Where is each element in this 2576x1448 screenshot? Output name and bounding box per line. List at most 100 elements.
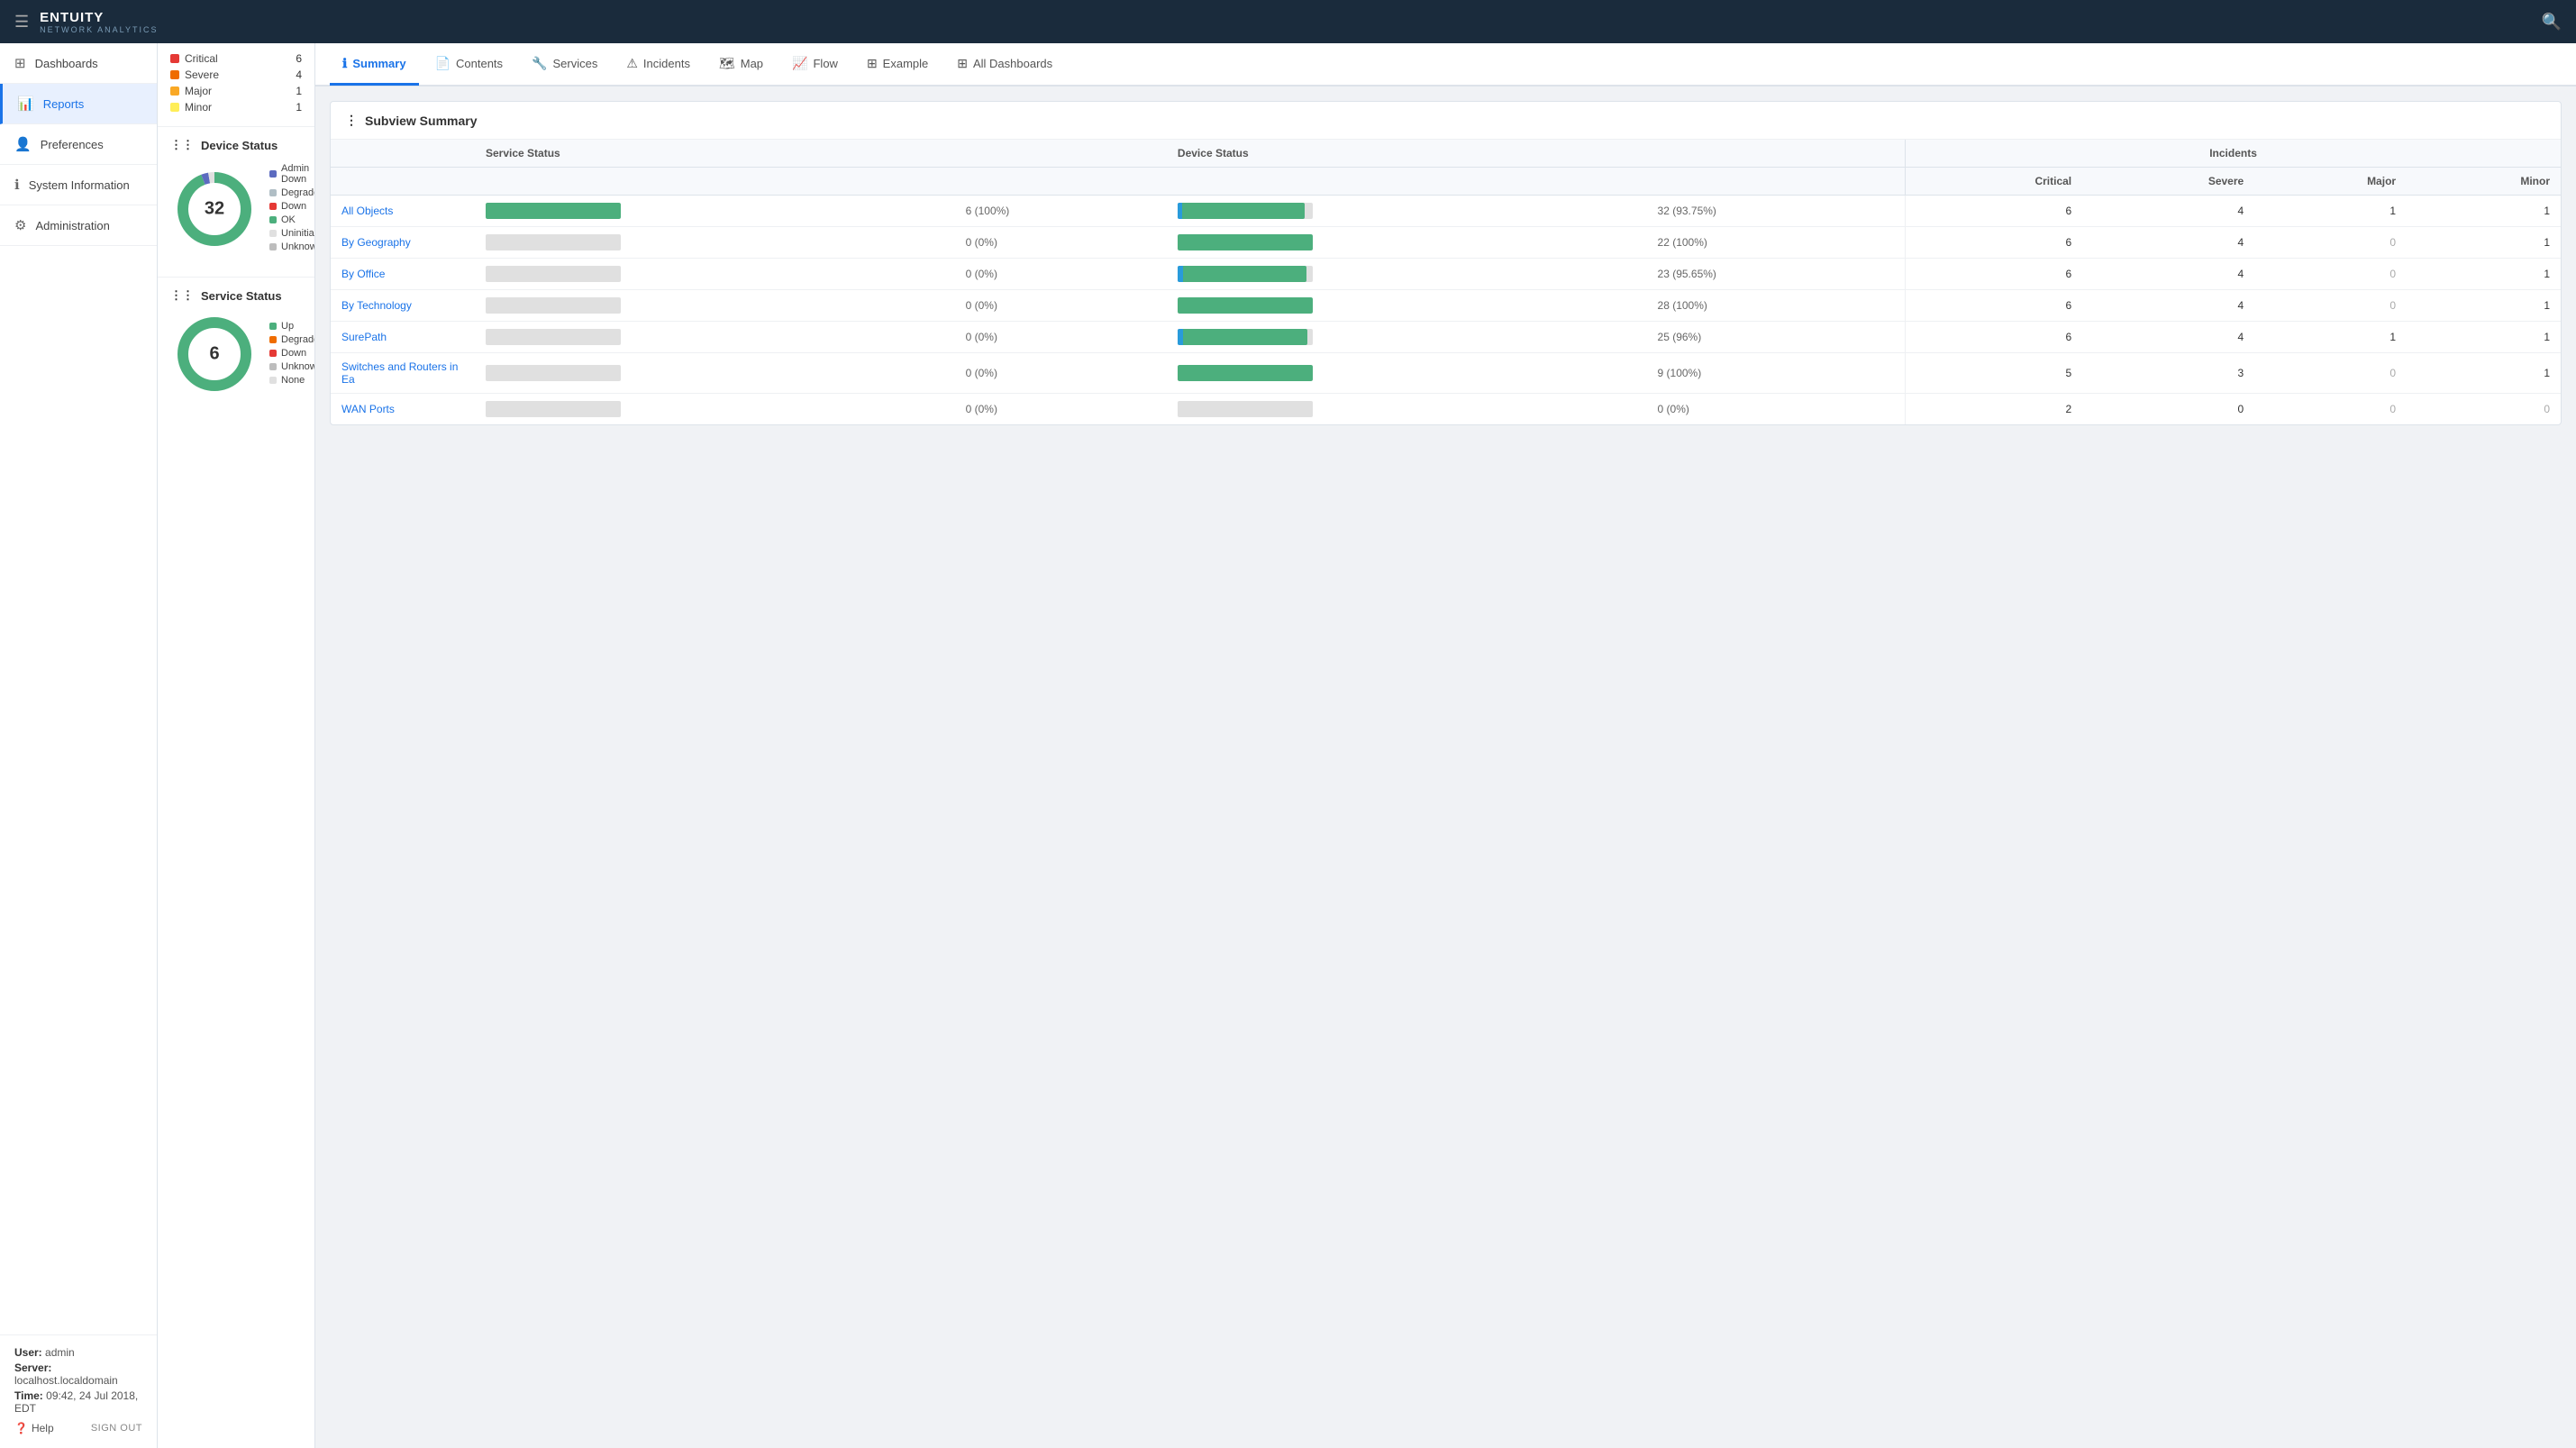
device-bar xyxy=(1178,297,1313,314)
subview-table: Service Status Device Status Incidents xyxy=(331,140,2561,424)
device-bar xyxy=(1178,365,1313,381)
main-content: ⋮ Subview Summary Service Status Device … xyxy=(315,87,2576,1448)
service-bar xyxy=(486,365,621,381)
subview-dots-icon: ⋮ xyxy=(345,113,358,128)
service-total: 6 xyxy=(209,344,219,365)
service-legend-item: Down 0 xyxy=(269,348,315,359)
col-major: Major xyxy=(2254,168,2407,196)
device-legend-item: Degraded 0 xyxy=(269,187,315,198)
col-service-bar xyxy=(475,168,1167,196)
content-area: ℹ Summary📄 Contents🔧 Services⚠ Incidents… xyxy=(315,43,2576,1448)
service-bar xyxy=(486,329,621,345)
legend-dot xyxy=(170,87,179,96)
tab-incidents[interactable]: ⚠ Incidents xyxy=(614,44,703,86)
incident-legend-item: Minor 1 xyxy=(170,101,302,114)
service-status-title: ⋮⋮ Service Status xyxy=(170,288,302,303)
hamburger-icon[interactable]: ☰ xyxy=(14,13,29,32)
administration-icon: ⚙ xyxy=(14,217,26,233)
user-panel: User: admin Server: localhost.localdomai… xyxy=(0,1334,157,1448)
table-row: SurePath 0 (0%) 25 (96%) 6 4 1 1 xyxy=(331,322,2561,353)
col-device-bar xyxy=(1167,168,1906,196)
sign-out-button[interactable]: SIGN OUT xyxy=(91,1423,142,1434)
device-legend-item: Admin Down 1 xyxy=(269,163,315,185)
subview-card: ⋮ Subview Summary Service Status Device … xyxy=(330,101,2562,425)
row-name-link[interactable]: WAN Ports xyxy=(341,403,395,415)
legend-dot xyxy=(170,70,179,79)
col-service-status: Service Status xyxy=(475,140,1167,168)
row-name-link[interactable]: By Technology xyxy=(341,299,412,312)
tab-services[interactable]: 🔧 Services xyxy=(519,44,610,86)
device-bar xyxy=(1178,234,1313,250)
table-row: By Geography 0 (0%) 22 (100%) 6 4 0 xyxy=(331,227,2561,259)
service-legend-item: Unknown 0 xyxy=(269,361,315,372)
device-legend-item: Down 0 xyxy=(269,201,315,212)
service-bar xyxy=(486,234,621,250)
device-total: 32 xyxy=(205,199,224,220)
sidebar: ⊞ Dashboards 📊 Reports 👤 Preferences ℹ S… xyxy=(0,43,158,1448)
service-bar xyxy=(486,266,621,282)
row-name-link[interactable]: By Geography xyxy=(341,236,411,249)
sidebar-item-administration[interactable]: ⚙ Administration xyxy=(0,205,157,246)
col-incidents-header: Incidents xyxy=(1906,140,2561,168)
service-legend-item: None 0 xyxy=(269,375,315,386)
reports-icon: 📊 xyxy=(17,96,34,112)
sidebar-item-reports[interactable]: 📊 Reports xyxy=(0,84,157,124)
table-row: WAN Ports 0 (0%) 0 (0%) 2 0 0 0 xyxy=(331,394,2561,425)
tab-flow[interactable]: 📈 Flow xyxy=(779,44,851,86)
search-icon[interactable]: 🔍 xyxy=(2542,13,2562,32)
sidebar-item-system-information[interactable]: ℹ System Information xyxy=(0,165,157,205)
table-row: By Office 0 (0%) 23 (95.65%) 6 4 0 xyxy=(331,259,2561,290)
col-minor: Minor xyxy=(2407,168,2561,196)
col-severe: Severe xyxy=(2082,168,2254,196)
row-name-link[interactable]: By Office xyxy=(341,268,385,280)
row-name-link[interactable]: SurePath xyxy=(341,331,387,343)
device-bar xyxy=(1178,329,1313,345)
subview-title: Subview Summary xyxy=(365,114,478,128)
device-donut: 32 xyxy=(174,168,255,250)
tab-flow-icon: 📈 xyxy=(792,56,807,71)
help-link[interactable]: ❓ Help xyxy=(14,1422,54,1434)
col-name xyxy=(331,140,475,168)
tab-contents-icon: 📄 xyxy=(435,56,451,71)
tab-example[interactable]: ⊞ Example xyxy=(854,44,941,86)
sidebar-item-preferences[interactable]: 👤 Preferences xyxy=(0,124,157,165)
subview-header: ⋮ Subview Summary xyxy=(331,102,2561,140)
service-legend-item: Up 6 xyxy=(269,321,315,332)
table-row: Switches and Routers in Ea 0 (0%) 9 (100… xyxy=(331,353,2561,394)
tab-all-dashboards[interactable]: ⊞ All Dashboards xyxy=(944,44,1065,86)
legend-dot xyxy=(170,54,179,63)
tab-incidents-icon: ⚠ xyxy=(626,56,638,71)
row-name-link[interactable]: All Objects xyxy=(341,205,393,217)
service-bar xyxy=(486,297,621,314)
service-donut: 6 xyxy=(174,314,255,395)
legend-dot xyxy=(170,103,179,112)
col-critical: Critical xyxy=(1906,168,2083,196)
tabs-bar: ℹ Summary📄 Contents🔧 Services⚠ Incidents… xyxy=(315,43,2576,87)
dashboards-icon: ⊞ xyxy=(14,55,26,71)
dots-icon: ⋮⋮ xyxy=(170,138,194,152)
left-panel: Critical 6 Severe 4 Major 1 Minor 1 ⋮⋮ D… xyxy=(158,43,315,1448)
sidebar-item-dashboards[interactable]: ⊞ Dashboards xyxy=(0,43,157,84)
row-name-link[interactable]: Switches and Routers in Ea xyxy=(341,360,458,386)
dots-icon2: ⋮⋮ xyxy=(170,288,194,303)
preferences-icon: 👤 xyxy=(14,136,32,152)
logo: ENTUITY NETWORK ANALYTICS xyxy=(40,10,158,34)
table-row: By Technology 0 (0%) 28 (100%) 6 4 0 xyxy=(331,290,2561,322)
tab-summary[interactable]: ℹ Summary xyxy=(330,44,419,86)
top-nav: ☰ ENTUITY NETWORK ANALYTICS 🔍 xyxy=(0,0,2576,43)
device-legend-item: Uninitialised 1 xyxy=(269,228,315,239)
col-empty xyxy=(331,168,475,196)
device-legend-item: OK 30 xyxy=(269,214,315,225)
service-legend-item: Degraded 0 xyxy=(269,334,315,345)
tab-all-dashboards-icon: ⊞ xyxy=(957,56,968,71)
col-device-status: Device Status xyxy=(1167,140,1906,168)
tab-map[interactable]: 🗺 Map xyxy=(706,44,776,86)
tab-services-icon: 🔧 xyxy=(532,56,547,71)
tab-summary-icon: ℹ xyxy=(342,56,347,71)
tab-example-icon: ⊞ xyxy=(867,56,878,71)
system-info-icon: ℹ xyxy=(14,177,20,193)
table-row: All Objects 6 (100%) 32 (93.75%) 6 4 xyxy=(331,196,2561,227)
tab-map-icon: 🗺 xyxy=(719,56,735,71)
device-status-title: ⋮⋮ Device Status xyxy=(170,138,302,152)
tab-contents[interactable]: 📄 Contents xyxy=(423,44,515,86)
